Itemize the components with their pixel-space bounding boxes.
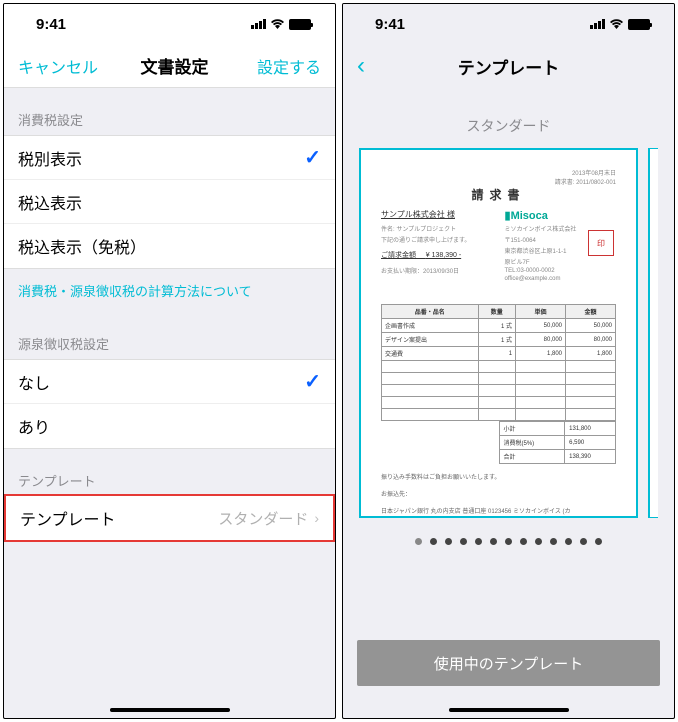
save-button[interactable]: 設定する bbox=[251, 54, 321, 78]
preview-footer-note: 振り込み手数料はご負担お願いいたします。 bbox=[381, 472, 616, 481]
battery-icon bbox=[289, 19, 311, 30]
row-value: スタンダード bbox=[218, 508, 308, 529]
table-row bbox=[382, 397, 616, 409]
section-header-withholding: 源泉徴収税設定 bbox=[4, 312, 335, 359]
nav-title: 文書設定 bbox=[141, 53, 209, 78]
withholding-option-list: なし ✓ あり bbox=[4, 359, 335, 449]
preview-email: office@example.com bbox=[505, 276, 617, 282]
tax-option-list: 税別表示 ✓ 税込表示 税込表示（免税） bbox=[4, 135, 335, 269]
preview-subject: 件名: サンプルプロジェクト bbox=[381, 224, 493, 233]
preview-header: サンプル株式会社 様 件名: サンプルプロジェクト 下記の通りご請求申し上げます… bbox=[381, 209, 616, 284]
table-row bbox=[382, 373, 616, 385]
page-dot[interactable] bbox=[565, 538, 572, 545]
tax-option-exempt[interactable]: 税込表示（免税） bbox=[4, 224, 335, 268]
nav-bar: キャンセル 文書設定 設定する bbox=[4, 44, 335, 88]
status-bar: 9:41 bbox=[4, 4, 335, 44]
preview-docno: 請求書: 2011/0802-001 bbox=[381, 177, 616, 186]
page-dot[interactable] bbox=[505, 538, 512, 545]
preview-bank: 日本ジャパン銀行 丸の内支店 普通口座 0123456 ミソカインボイス (カ bbox=[381, 506, 616, 515]
table-row bbox=[382, 361, 616, 373]
template-preview-card[interactable]: 2013年08月末日 請求書: 2011/0802-001 請求書 サンプル株式… bbox=[359, 148, 638, 518]
table-row: デザイン案提出1 式80,00080,000 bbox=[382, 333, 616, 347]
status-bar: 9:41 bbox=[343, 4, 674, 44]
screen-template-picker: 9:41 ‹ テンプレート スタンダード 2013年08月末日 請求書: 201… bbox=[342, 3, 675, 719]
page-dot[interactable] bbox=[535, 538, 542, 545]
option-label: 税込表示（免税） bbox=[18, 234, 146, 258]
home-indicator[interactable] bbox=[110, 708, 230, 712]
page-dot[interactable] bbox=[580, 538, 587, 545]
checkmark-icon: ✓ bbox=[304, 145, 321, 170]
template-name: スタンダード bbox=[343, 88, 674, 148]
nav-title: テンプレート bbox=[458, 54, 560, 79]
signal-icon bbox=[251, 19, 266, 29]
page-dots bbox=[343, 538, 674, 545]
section-header-tax: 消費税設定 bbox=[4, 88, 335, 135]
checkmark-icon: ✓ bbox=[304, 369, 321, 394]
home-indicator[interactable] bbox=[449, 708, 569, 712]
page-dot[interactable] bbox=[490, 538, 497, 545]
preview-left-col: サンプル株式会社 様 件名: サンプルプロジェクト 下記の通りご請求申し上げます… bbox=[381, 209, 493, 284]
preview-greeting: 下記の通りご請求申し上げます。 bbox=[381, 235, 493, 244]
nav-bar: ‹ テンプレート bbox=[343, 44, 674, 88]
screen-document-settings: 9:41 キャンセル 文書設定 設定する 消費税設定 税別表示 ✓ 税込表示 税… bbox=[3, 3, 336, 719]
wifi-icon bbox=[270, 16, 285, 32]
preview-title: 請求書 bbox=[381, 186, 616, 203]
table-row: 交通費11,8001,800 bbox=[382, 347, 616, 361]
option-label: なし bbox=[18, 370, 50, 394]
preview-client: サンプル株式会社 様 bbox=[381, 209, 493, 220]
page-dot[interactable] bbox=[595, 538, 602, 545]
option-label: あり bbox=[18, 414, 50, 438]
current-template-button[interactable]: 使用中のテンプレート bbox=[357, 640, 660, 686]
tax-option-inclusive[interactable]: 税込表示 bbox=[4, 180, 335, 224]
status-time: 9:41 bbox=[375, 16, 405, 33]
preview-addr2: 原ビル7F bbox=[505, 257, 617, 266]
page-dot[interactable] bbox=[415, 538, 422, 545]
preview-bank-label: お振込先： bbox=[381, 489, 616, 498]
table-row bbox=[382, 409, 616, 421]
row-label: テンプレート bbox=[20, 506, 116, 530]
battery-icon bbox=[628, 19, 650, 30]
tax-option-exclusive[interactable]: 税別表示 ✓ bbox=[4, 136, 335, 180]
chevron-right-icon: › bbox=[314, 510, 319, 526]
page-dot[interactable] bbox=[430, 538, 437, 545]
option-label: 税別表示 bbox=[18, 146, 82, 170]
template-row-highlight: テンプレート スタンダード › bbox=[4, 494, 335, 542]
page-dot[interactable] bbox=[550, 538, 557, 545]
preview-logo: ▮Misoca bbox=[505, 209, 617, 222]
option-label: 税込表示 bbox=[18, 190, 82, 214]
preview-amount: ご請求金額 ¥ 138,390 - bbox=[381, 250, 493, 260]
withholding-option-none[interactable]: なし ✓ bbox=[4, 360, 335, 404]
table-row bbox=[382, 385, 616, 397]
signal-icon bbox=[590, 19, 605, 29]
preview-date: 2013年08月末日 bbox=[381, 168, 616, 177]
status-indicators bbox=[251, 16, 311, 32]
stamp-icon: 印 bbox=[588, 230, 614, 256]
preview-items-table: 品番・品名 数量 単価 金額 企画書作成1 式50,00050,000 デザイン… bbox=[381, 304, 616, 421]
page-dot[interactable] bbox=[475, 538, 482, 545]
preview-tel: TEL:03-0000-0002 bbox=[505, 268, 617, 274]
preview-due: お支払い期限：2013/09/30日 bbox=[381, 266, 493, 275]
status-time: 9:41 bbox=[36, 16, 66, 33]
template-carousel[interactable]: 2013年08月末日 請求書: 2011/0802-001 請求書 サンプル株式… bbox=[343, 148, 674, 518]
wifi-icon bbox=[609, 16, 624, 32]
withholding-option-yes[interactable]: あり bbox=[4, 404, 335, 448]
status-indicators bbox=[590, 16, 650, 32]
table-row: 企画書作成1 式50,00050,000 bbox=[382, 319, 616, 333]
back-button[interactable]: ‹ bbox=[357, 52, 427, 80]
preview-totals: 小計131,800 消費税(5%)6,590 合計138,390 bbox=[499, 421, 617, 464]
page-dot[interactable] bbox=[445, 538, 452, 545]
page-dot[interactable] bbox=[520, 538, 527, 545]
tax-info-link[interactable]: 消費税・源泉徴収税の計算方法について bbox=[4, 269, 335, 312]
next-template-peek[interactable] bbox=[648, 148, 658, 518]
section-header-template: テンプレート bbox=[4, 449, 335, 496]
template-row[interactable]: テンプレート スタンダード › bbox=[6, 496, 333, 540]
page-dot[interactable] bbox=[460, 538, 467, 545]
cancel-button[interactable]: キャンセル bbox=[18, 54, 98, 78]
